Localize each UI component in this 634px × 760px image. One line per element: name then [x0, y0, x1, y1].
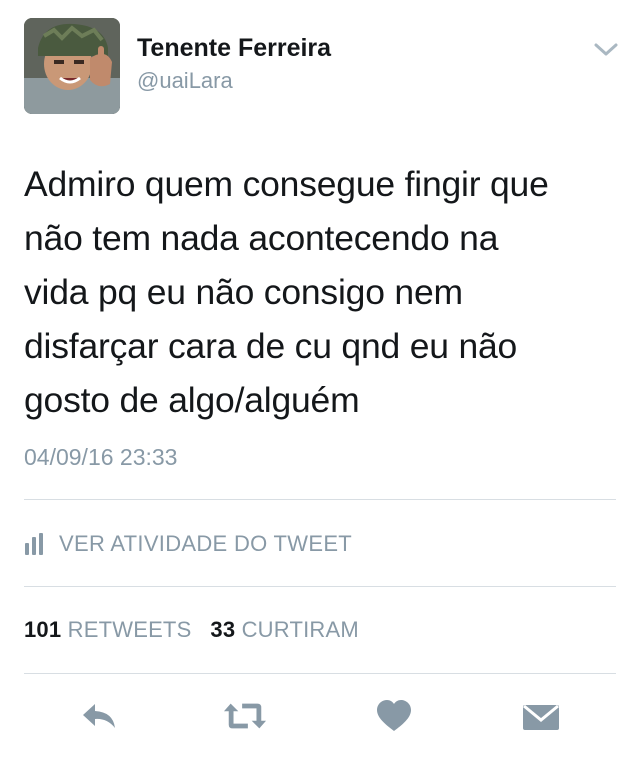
reply-button[interactable] — [77, 696, 121, 736]
divider — [24, 586, 616, 587]
divider — [24, 673, 616, 674]
activity-label: VER ATIVIDADE DO TWEET — [59, 531, 353, 556]
bar-chart-icon — [25, 533, 43, 555]
reply-icon — [83, 704, 115, 728]
user-handle[interactable]: @uaiLara — [137, 68, 233, 94]
avatar[interactable] — [24, 18, 120, 114]
like-button[interactable] — [372, 696, 416, 736]
tweet-line: gosto de algo/alguém — [24, 380, 360, 420]
retweet-button[interactable] — [223, 696, 267, 736]
tweet-line: Admiro quem consegue fingir que — [24, 164, 549, 204]
tweet-line: disfarçar cara de cu qnd eu não — [24, 326, 518, 366]
timestamp: 04/09/16 23:33 — [24, 444, 178, 470]
retweets-count[interactable]: 101 — [24, 617, 61, 642]
tweet-line: não tem nada acontecendo na — [24, 218, 499, 258]
heart-icon — [377, 700, 411, 731]
likes-count[interactable]: 33 — [210, 617, 235, 642]
tweet-text: Admiro quem consegue fingir que não tem … — [24, 157, 614, 427]
likes-label[interactable]: CURTIRAM — [242, 617, 359, 642]
profile-photo — [24, 18, 120, 114]
display-name[interactable]: Tenente Ferreira — [137, 34, 331, 63]
share-button[interactable] — [519, 696, 563, 736]
tweet-stats: 101 RETWEETS 33 CURTIRAM — [24, 617, 359, 643]
retweets-label[interactable]: RETWEETS — [68, 617, 192, 642]
envelope-icon — [523, 704, 559, 730]
tweet-activity-link[interactable]: VER ATIVIDADE DO TWEET — [24, 529, 352, 559]
tweet-line: vida pq eu não consigo nem — [24, 272, 463, 312]
retweet-icon — [223, 703, 267, 729]
divider — [24, 499, 616, 500]
chevron-down-icon[interactable] — [592, 40, 620, 60]
